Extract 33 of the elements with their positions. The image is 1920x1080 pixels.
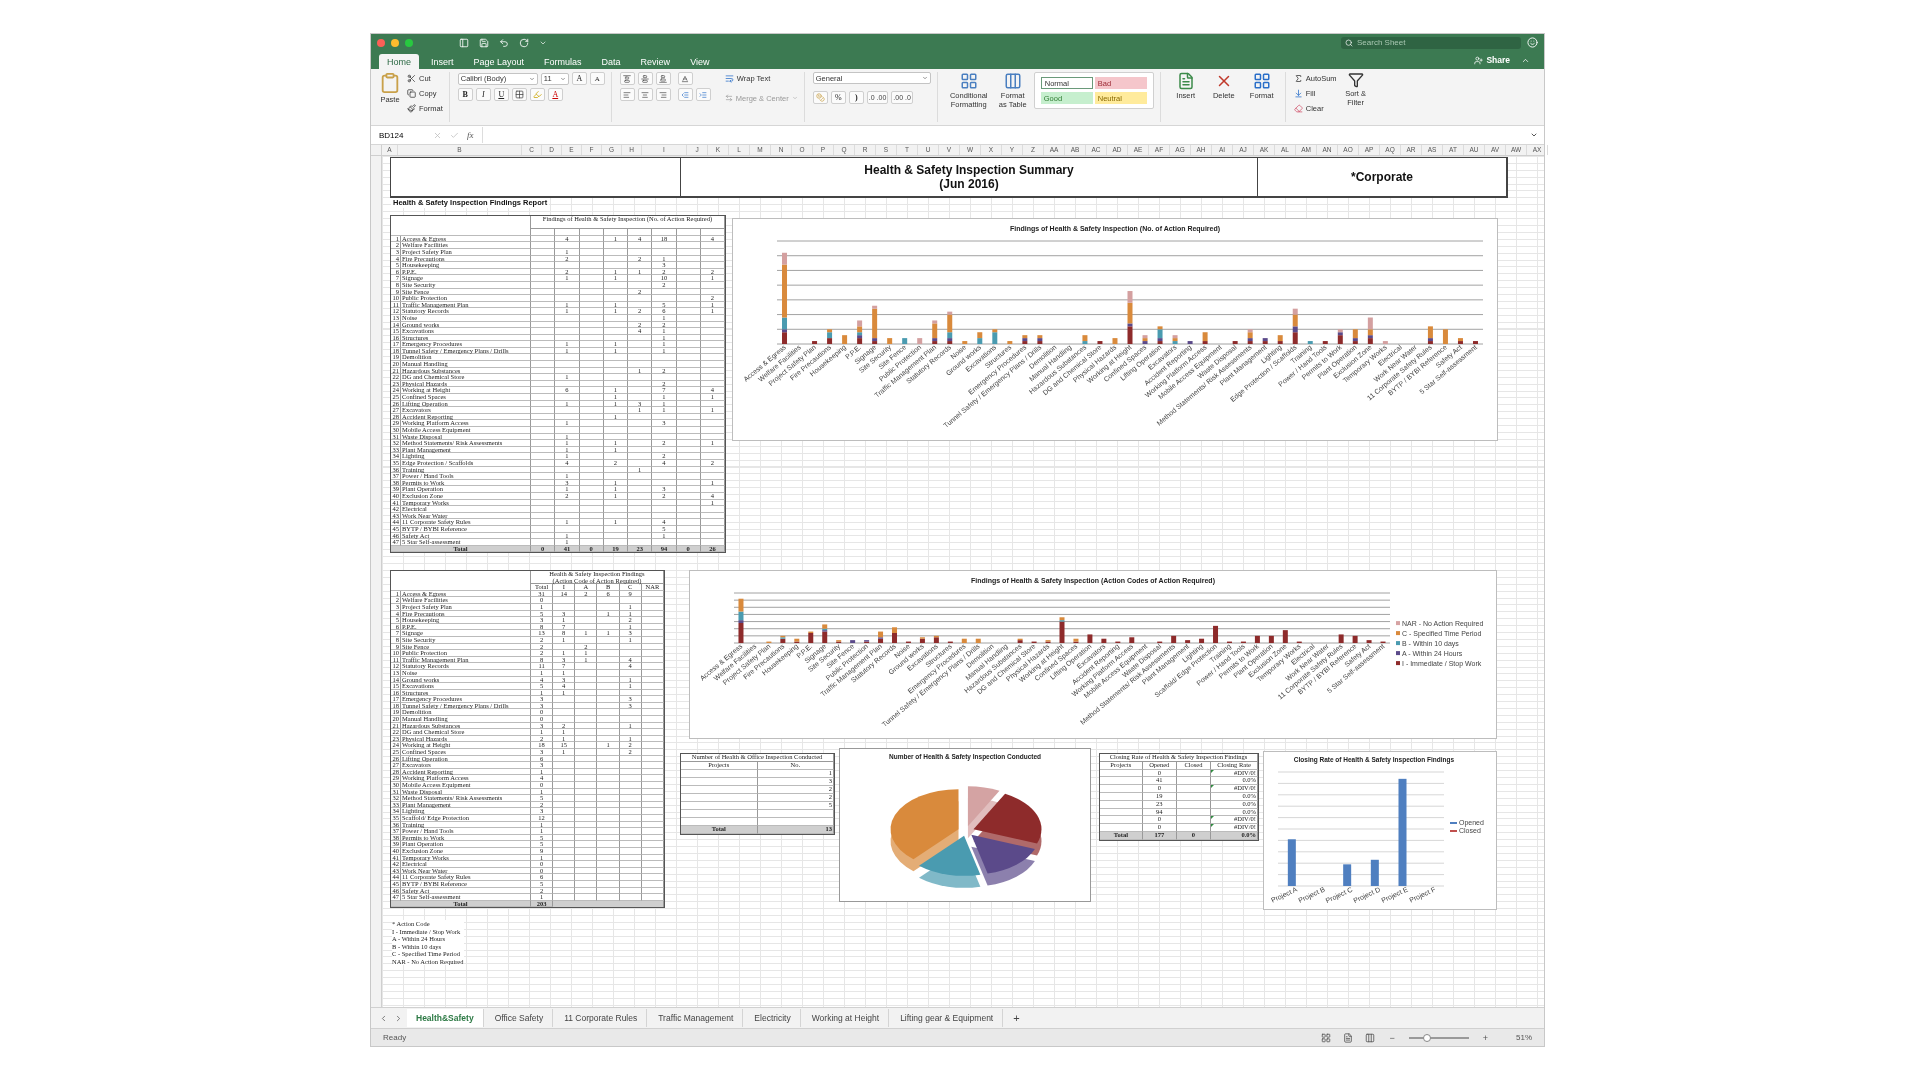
ribbon-tab[interactable]: Data [593, 54, 629, 69]
sheet-tab[interactable]: Health&Safety [407, 1009, 484, 1027]
sheet-title: Health & Safety Inspection Summary [864, 162, 1074, 177]
italic-button[interactable]: I [475, 88, 491, 101]
sheet-title: (Jun 2016) [939, 177, 999, 192]
sheet-tab[interactable]: Traffic Management [649, 1009, 744, 1027]
ribbon-tab[interactable]: Review [632, 54, 679, 69]
status-text: Ready [383, 1033, 407, 1042]
search-field[interactable]: Search Sheet [1341, 36, 1521, 49]
sheet-tab[interactable]: Lifting gear & Equipment [891, 1009, 1004, 1027]
add-sheet-button[interactable]: + [1005, 1012, 1028, 1024]
scope-label: *Corporate [1351, 169, 1413, 185]
zoom-out-button[interactable]: − [1387, 1032, 1397, 1043]
zoom-in-button[interactable]: + [1480, 1032, 1490, 1043]
grow-font-button[interactable]: A [571, 72, 587, 85]
sheet-tab[interactable]: Office Safety [485, 1009, 554, 1027]
ribbon-tab[interactable]: View [682, 54, 718, 69]
sheet-tab[interactable]: Working at Height [802, 1009, 890, 1027]
sheet-tab[interactable]: 11 Corporate Rules [555, 1009, 648, 1027]
sheet-tab[interactable]: Electricity [745, 1009, 801, 1027]
ribbon-tab[interactable]: Formulas [536, 54, 590, 69]
insert-function-label[interactable]: fx [467, 130, 474, 140]
ribbon-tab[interactable]: Home [379, 54, 419, 69]
comma-style-button[interactable]: ) [848, 91, 864, 104]
percent-button[interactable]: % [830, 91, 846, 104]
ribbon-tab[interactable]: Insert [423, 54, 462, 69]
bold-button[interactable]: B [457, 88, 473, 101]
name-box[interactable]: BD124 [377, 129, 425, 141]
ribbon-tab[interactable]: Page Layout [465, 54, 533, 69]
zoom-reading: 51% [1516, 1033, 1532, 1042]
underline-button[interactable]: U [493, 88, 509, 101]
share-button[interactable]: Share [1468, 54, 1536, 66]
font-color-button[interactable]: A [547, 88, 563, 101]
